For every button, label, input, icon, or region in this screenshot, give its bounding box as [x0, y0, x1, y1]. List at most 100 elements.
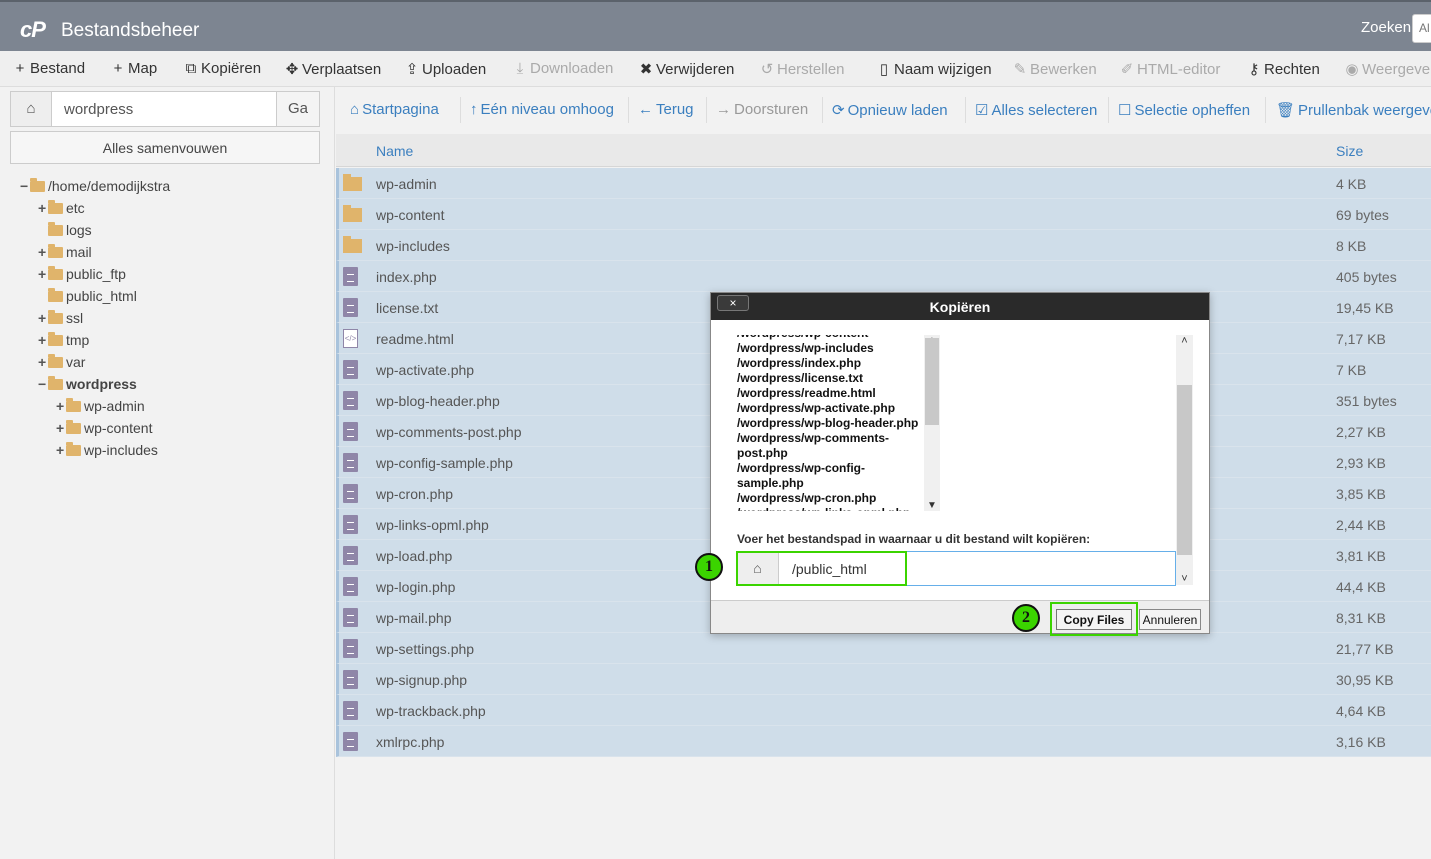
collapse-icon[interactable]: −: [38, 376, 48, 392]
rename-icon: ▯: [879, 61, 889, 78]
collapse-icon[interactable]: −: [20, 178, 30, 194]
file-name[interactable]: wp-signup.php: [376, 672, 467, 688]
expand-icon[interactable]: +: [38, 244, 48, 260]
home-icon[interactable]: ⌂: [11, 92, 52, 126]
table-row[interactable]: wp-settings.php 21,77 KB: [336, 633, 1431, 664]
nav-forward-button[interactable]: → Doorsturen: [716, 101, 808, 118]
nav-back-button[interactable]: ← Terug: [638, 101, 694, 118]
tree-item-wordpress[interactable]: − wordpress: [38, 376, 137, 392]
file-name[interactable]: wp-includes: [376, 238, 450, 254]
cancel-button[interactable]: Annuleren: [1139, 609, 1201, 630]
search-select[interactable]: Al: [1412, 14, 1431, 43]
nav-home-button[interactable]: ⌂ Startpagina: [350, 101, 439, 118]
tree-item-wp-content[interactable]: + wp-content: [56, 420, 152, 436]
tree-item-home-demodijkstra[interactable]: − /home/demodijkstra: [20, 178, 170, 194]
nav-reload-button[interactable]: ⟳ Opnieuw laden: [832, 101, 948, 119]
tree-item-public-html[interactable]: public_html: [38, 288, 137, 304]
file-name[interactable]: license.txt: [376, 300, 438, 316]
file-name[interactable]: wp-cron.php: [376, 486, 453, 502]
file-name[interactable]: wp-activate.php: [376, 362, 474, 378]
file-toolbar: + Bestand + Map ⧉ Kopiëren ✥ Verplaatsen ⇪ Upload…: [0, 51, 1431, 87]
toolbar-herstellen-button[interactable]: ↺ Herstellen: [759, 60, 845, 78]
chevron-down-icon[interactable]: ▼: [924, 500, 940, 511]
file-name[interactable]: xmlrpc.php: [376, 734, 444, 750]
file-list-scrollbar[interactable]: ▲ ▼: [924, 335, 940, 511]
toolbar-naam-wijzigen-button[interactable]: ▯ Naam wijzigen: [876, 60, 992, 78]
table-row[interactable]: xmlrpc.php 3,16 KB: [336, 726, 1431, 757]
expand-icon[interactable]: +: [38, 332, 48, 348]
file-name[interactable]: wp-blog-header.php: [376, 393, 500, 409]
toolbar-weergeven-button[interactable]: ◉ Weergeven: [1344, 60, 1431, 78]
toolbar-rechten-button[interactable]: ⚷ Rechten: [1246, 60, 1320, 78]
table-row[interactable]: wp-trackback.php 4,64 KB: [336, 695, 1431, 726]
file-name[interactable]: wp-mail.php: [376, 610, 451, 626]
nav-up-level-button[interactable]: ↑ Eén niveau omhoog: [470, 101, 614, 118]
tree-item-ssl[interactable]: + ssl: [38, 310, 83, 326]
tree-item-etc[interactable]: + etc: [38, 200, 85, 216]
column-size[interactable]: Size: [1336, 143, 1363, 159]
collapse-all-button[interactable]: Alles samenvouwen: [10, 131, 320, 164]
tree-item-wp-includes[interactable]: + wp-includes: [56, 442, 158, 458]
expand-icon[interactable]: +: [56, 398, 66, 414]
toolbar-map-button[interactable]: + Map: [110, 60, 158, 77]
file-size: 44,4 KB: [1336, 579, 1386, 595]
file-name[interactable]: readme.html: [376, 331, 454, 347]
file-name[interactable]: wp-login.php: [376, 579, 455, 595]
file-size: 3,85 KB: [1336, 486, 1386, 502]
expand-icon[interactable]: +: [56, 442, 66, 458]
toolbar-bewerken-button[interactable]: ✎ Bewerken: [1012, 60, 1097, 78]
path-bar: ⌂ wordpress Ga: [10, 91, 320, 127]
table-row[interactable]: wp-admin 4 KB: [336, 168, 1431, 199]
tree-item-public-ftp[interactable]: + public_ftp: [38, 266, 126, 282]
file-name[interactable]: wp-comments-post.php: [376, 424, 522, 440]
file-name[interactable]: wp-content: [376, 207, 444, 223]
tree-item-wp-admin[interactable]: + wp-admin: [56, 398, 145, 414]
file-name[interactable]: wp-config-sample.php: [376, 455, 513, 471]
expand-icon[interactable]: +: [56, 420, 66, 436]
dialog-scrollbar[interactable]: ˄ ˅: [1176, 335, 1193, 585]
expand-icon[interactable]: +: [38, 310, 48, 326]
column-name[interactable]: Name: [376, 143, 413, 159]
toolbar-verwijderen-button[interactable]: ✖ Verwijderen: [638, 60, 735, 78]
file-name[interactable]: wp-load.php: [376, 548, 452, 564]
tree-item-logs[interactable]: logs: [38, 222, 92, 238]
file-name[interactable]: wp-admin: [376, 176, 437, 192]
path-input[interactable]: wordpress: [64, 101, 133, 118]
selected-files-list[interactable]: /wordpress/wp-content/wordpress/wp-inclu…: [737, 335, 941, 511]
folder-icon: [48, 200, 63, 214]
toolbar-verplaatsen-button[interactable]: ✥ Verplaatsen: [284, 60, 382, 78]
nav-trash-button[interactable]: 🗑Prullenbak weergeven: [1276, 101, 1431, 119]
chevron-down-icon[interactable]: ˅: [1176, 573, 1193, 585]
table-row[interactable]: wp-includes 8 KB: [336, 230, 1431, 261]
toolbar-bestand-button[interactable]: + Bestand: [12, 60, 85, 77]
nav-deselect-button[interactable]: ☐ Selectie opheffen: [1118, 101, 1250, 119]
toolbar-html-editor-button[interactable]: ✐ HTML-editor: [1119, 60, 1221, 78]
file-name[interactable]: index.php: [376, 269, 437, 285]
toolbar-downloaden-button[interactable]: ⤓ Downloaden: [512, 60, 614, 77]
file-name[interactable]: wp-settings.php: [376, 641, 474, 657]
nav-button-label: Doorsturen: [734, 101, 809, 118]
chevron-up-icon[interactable]: ˄: [1176, 335, 1193, 347]
tree-item-tmp[interactable]: + tmp: [38, 332, 89, 348]
file-name[interactable]: wp-links-opml.php: [376, 517, 489, 533]
toolbar-uploaden-button[interactable]: ⇪ Uploaden: [404, 60, 487, 78]
table-row[interactable]: index.php 405 bytes: [336, 261, 1431, 292]
home-icon: ⌂: [350, 101, 360, 118]
close-button[interactable]: ×: [717, 295, 749, 311]
selected-file-path: /wordpress/wp-cron.php: [737, 491, 877, 505]
toolbar-kopi-ren-button[interactable]: ⧉ Kopiëren: [183, 60, 261, 77]
expand-icon[interactable]: +: [38, 354, 48, 370]
file-name[interactable]: wp-trackback.php: [376, 703, 486, 719]
go-button[interactable]: Ga: [276, 92, 319, 126]
scroll-thumb[interactable]: [925, 338, 939, 425]
tree-item-mail[interactable]: + mail: [38, 244, 92, 260]
expand-icon[interactable]: +: [38, 266, 48, 282]
file-icon: [343, 608, 358, 627]
table-row[interactable]: wp-signup.php 30,95 KB: [336, 664, 1431, 695]
nav-select-all-button[interactable]: ☑ Alles selecteren: [975, 101, 1097, 119]
scroll-thumb[interactable]: [1177, 385, 1192, 555]
tree-item-var[interactable]: + var: [38, 354, 85, 370]
nav-button-label: Terug: [656, 101, 694, 118]
table-row[interactable]: wp-content 69 bytes: [336, 199, 1431, 230]
expand-icon[interactable]: +: [38, 200, 48, 216]
